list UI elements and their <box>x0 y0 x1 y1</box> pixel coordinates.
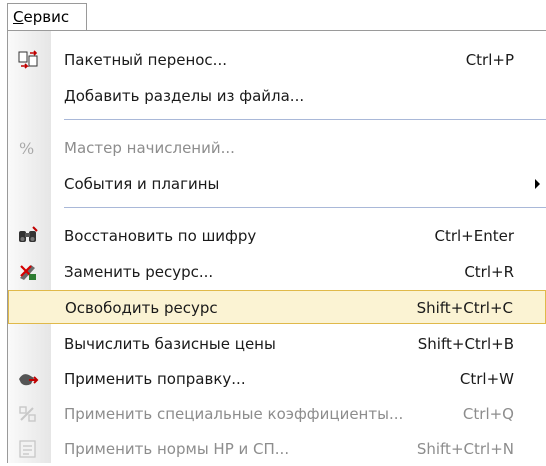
menu-item-label: Вычислить базисные цены <box>64 335 276 353</box>
menubar: Сервис <box>0 0 546 34</box>
menu-service[interactable]: Сервис <box>7 3 87 30</box>
special-coefficients-icon <box>17 404 39 424</box>
menu-item-label: Применить поправку... <box>64 370 246 388</box>
menu-item-shortcut: Ctrl+R <box>464 263 514 281</box>
svg-text:%: % <box>19 139 34 158</box>
menu-item-label: Заменить ресурс... <box>64 263 214 281</box>
menu-service-label: ервис <box>23 8 70 26</box>
menu-item-shortcut: Ctrl+P <box>465 51 514 69</box>
service-dropdown-menu: Пакетный перенос... Ctrl+P Добавить разд… <box>7 30 546 463</box>
submenu-arrow-icon <box>535 179 540 189</box>
menu-item-calculate-base-prices[interactable]: Вычислить базисные цены Shift+Ctrl+B <box>8 327 546 361</box>
menu-item-release-resource[interactable]: Освободить ресурс Shift+Ctrl+C <box>8 290 546 324</box>
menu-item-shortcut: Shift+Ctrl+C <box>416 299 513 317</box>
menu-service-accelerator: С <box>13 8 24 26</box>
norms-icon <box>17 439 39 459</box>
menu-item-label: Применить специальные коэффициенты... <box>64 405 404 423</box>
binoculars-icon <box>17 226 39 246</box>
menu-item-apply-special-coefficients[interactable]: Применить специальные коэффициенты... Ct… <box>8 397 546 431</box>
menu-item-shortcut: Shift+Ctrl+N <box>416 440 514 458</box>
replace-resource-icon <box>17 262 39 282</box>
menu-item-shortcut: Ctrl+Q <box>462 405 514 423</box>
menu-item-label: Пакетный перенос... <box>64 51 227 69</box>
menu-item-batch-transfer[interactable]: Пакетный перенос... Ctrl+P <box>8 43 546 77</box>
menu-item-label: Освободить ресурс <box>65 299 218 317</box>
menu-item-shortcut: Ctrl+Enter <box>434 227 514 245</box>
apply-correction-icon <box>17 369 39 389</box>
menu-item-accrual-wizard[interactable]: % Мастер начислений... <box>8 131 546 165</box>
menu-item-apply-norms[interactable]: Применить нормы НР и СП... Shift+Ctrl+N <box>8 432 546 466</box>
menu-item-label: События и плагины <box>64 175 220 193</box>
menu-item-shortcut: Shift+Ctrl+B <box>417 335 514 353</box>
menu-item-shortcut: Ctrl+W <box>459 370 514 388</box>
menu-item-add-sections-from-file[interactable]: Добавить разделы из файла... <box>8 79 546 113</box>
batch-transfer-icon <box>17 50 39 70</box>
menu-separator <box>64 207 546 208</box>
menu-item-label: Мастер начислений... <box>64 139 235 157</box>
menu-item-events-and-plugins[interactable]: События и плагины <box>8 167 546 201</box>
menu-item-restore-by-code[interactable]: Восстановить по шифру Ctrl+Enter <box>8 219 546 253</box>
menu-item-label: Восстановить по шифру <box>64 227 257 245</box>
menu-item-apply-correction[interactable]: Применить поправку... Ctrl+W <box>8 362 546 396</box>
percent-icon: % <box>17 138 39 158</box>
menu-item-label: Добавить разделы из файла... <box>64 87 305 105</box>
menu-separator <box>64 119 546 120</box>
menu-item-label: Применить нормы НР и СП... <box>64 440 290 458</box>
menu-item-replace-resource[interactable]: Заменить ресурс... Ctrl+R <box>8 255 546 289</box>
